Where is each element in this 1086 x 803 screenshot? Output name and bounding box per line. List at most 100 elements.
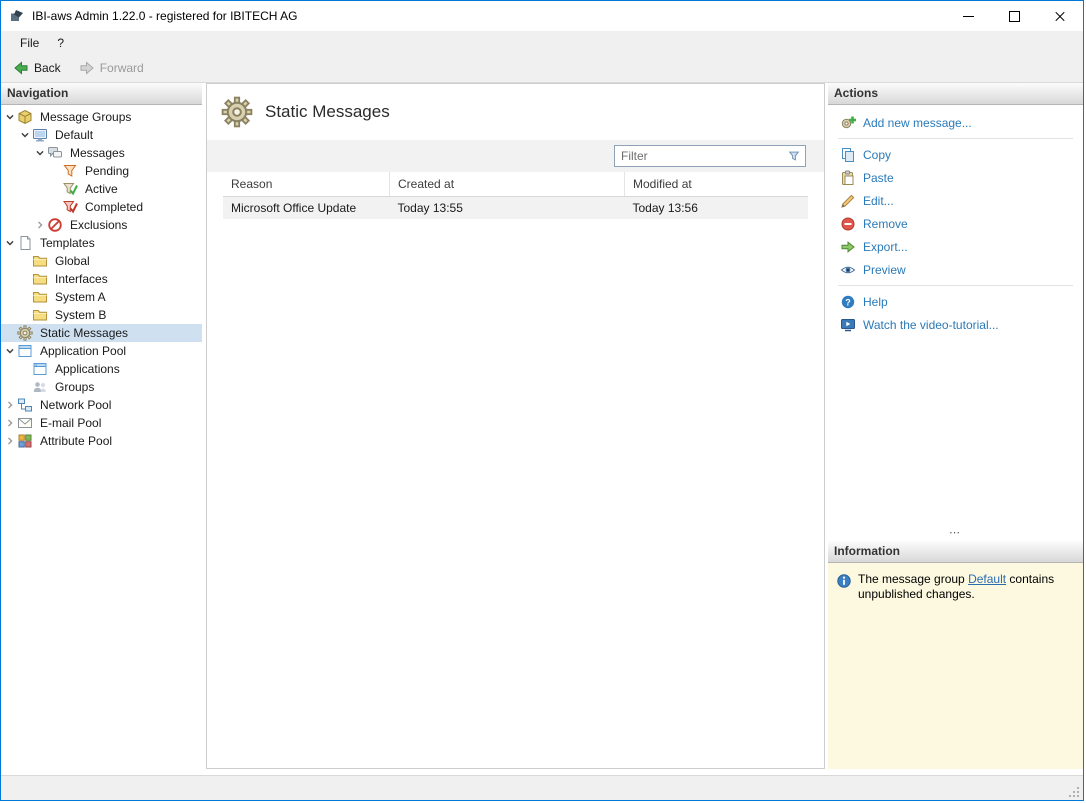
tree-item-interfaces[interactable]: Interfaces <box>1 270 202 288</box>
chevron-collapsed-icon[interactable] <box>3 434 17 448</box>
close-button[interactable] <box>1037 1 1083 31</box>
tree-item-system-a[interactable]: System A <box>1 288 202 306</box>
tree-item-pending[interactable]: Pending <box>1 162 202 180</box>
action-label: Edit... <box>863 194 894 208</box>
tree-item-e-mail-pool[interactable]: E-mail Pool <box>1 414 202 432</box>
back-arrow-icon <box>13 60 29 76</box>
chevron-spacer <box>48 200 62 214</box>
tree-item-label: System B <box>52 308 109 322</box>
info-text-before: The message group <box>858 572 968 586</box>
tree-item-attribute-pool[interactable]: Attribute Pool <box>1 432 202 450</box>
action-add-new-message[interactable]: Add new message... <box>828 111 1083 134</box>
toolbar: Back Forward <box>1 54 1083 83</box>
tree-item-label: Exclusions <box>67 218 130 232</box>
tree-item-message-groups[interactable]: Message Groups <box>1 108 202 126</box>
back-button[interactable]: Back <box>5 58 69 78</box>
chevron-collapsed-icon[interactable] <box>3 416 17 430</box>
page-title: Static Messages <box>265 102 390 122</box>
tree-item-label: Messages <box>67 146 128 160</box>
chevron-spacer <box>18 380 32 394</box>
chevron-collapsed-icon[interactable] <box>33 218 47 232</box>
chevron-collapsed-icon[interactable] <box>3 398 17 412</box>
funnel-pending-icon <box>62 163 78 179</box>
attribute-icon <box>17 433 33 449</box>
action-label: Remove <box>863 217 908 231</box>
default-group-link[interactable]: Default <box>968 572 1006 586</box>
applications-icon <box>32 361 48 377</box>
information-box: The message group Default contains unpub… <box>828 563 1083 769</box>
table-row[interactable]: Microsoft Office UpdateToday 13:55Today … <box>223 197 808 220</box>
maximize-icon <box>1009 11 1020 22</box>
tree-item-network-pool[interactable]: Network Pool <box>1 396 202 414</box>
chevron-spacer <box>18 254 32 268</box>
action-label: Help <box>863 295 888 309</box>
message-group-icon <box>17 109 33 125</box>
action-remove[interactable]: Remove <box>828 212 1083 235</box>
chevron-spacer <box>3 326 17 340</box>
menubar: File ? <box>1 31 1083 54</box>
navigation-panel: Navigation Message GroupsDefaultMessages… <box>1 83 202 769</box>
column-header-reason[interactable]: Reason <box>223 172 390 197</box>
chevron-spacer <box>18 308 32 322</box>
actions-header: Actions <box>828 83 1083 105</box>
action-preview[interactable]: Preview <box>828 258 1083 281</box>
table-header-row: ReasonCreated atModified at <box>223 172 808 197</box>
funnel-completed-icon <box>62 199 78 215</box>
tree-item-label: System A <box>52 290 109 304</box>
export-icon <box>840 239 856 255</box>
tree-item-label: Static Messages <box>37 326 131 340</box>
tree-item-global[interactable]: Global <box>1 252 202 270</box>
back-label: Back <box>34 61 61 75</box>
tree-item-applications[interactable]: Applications <box>1 360 202 378</box>
chevron-expanded-icon[interactable] <box>3 110 17 124</box>
action-copy[interactable]: Copy <box>828 143 1083 166</box>
column-header-created-at[interactable]: Created at <box>390 172 625 197</box>
tree-item-completed[interactable]: Completed <box>1 198 202 216</box>
resize-grip[interactable] <box>1068 786 1080 798</box>
filter-funnel-icon[interactable] <box>787 149 801 163</box>
column-header-modified-at[interactable]: Modified at <box>625 172 809 197</box>
table-cell: Today 13:56 <box>625 197 809 220</box>
action-paste[interactable]: Paste <box>828 166 1083 189</box>
funnel-active-icon <box>62 181 78 197</box>
forward-label: Forward <box>100 61 144 75</box>
tree-item-label: Message Groups <box>37 110 134 124</box>
action-watch-the-video-tutorial[interactable]: Watch the video-tutorial... <box>828 313 1083 336</box>
tree-item-active[interactable]: Active <box>1 180 202 198</box>
menu-file[interactable]: File <box>11 36 48 50</box>
actions-separator <box>838 285 1073 286</box>
tree-item-groups[interactable]: Groups <box>1 378 202 396</box>
filter-input[interactable] <box>615 146 787 166</box>
chevron-spacer <box>48 182 62 196</box>
chevron-expanded-icon[interactable] <box>33 146 47 160</box>
tree-item-messages[interactable]: Messages <box>1 144 202 162</box>
navigation-tree: Message Groups Default Messages Pending Acti… <box>1 105 202 769</box>
tree-item-exclusions[interactable]: Exclusions <box>1 216 202 234</box>
action-edit[interactable]: Edit... <box>828 189 1083 212</box>
minimize-icon <box>963 16 974 17</box>
paste-icon <box>840 170 856 186</box>
chevron-expanded-icon[interactable] <box>3 344 17 358</box>
action-export[interactable]: Export... <box>828 235 1083 258</box>
tree-item-label: Global <box>52 254 93 268</box>
tree-item-static-messages[interactable]: Static Messages <box>1 324 202 342</box>
tree-item-templates[interactable]: Templates <box>1 234 202 252</box>
maximize-button[interactable] <box>991 1 1037 31</box>
chevron-expanded-icon[interactable] <box>3 236 17 250</box>
window-controls <box>945 1 1083 31</box>
window-title: IBI-aws Admin 1.22.0 - registered for IB… <box>32 9 297 23</box>
groups-icon <box>32 379 48 395</box>
tree-item-default[interactable]: Default <box>1 126 202 144</box>
tree-item-system-b[interactable]: System B <box>1 306 202 324</box>
forward-button[interactable]: Forward <box>71 58 152 78</box>
action-label: Watch the video-tutorial... <box>863 318 999 332</box>
tree-item-label: Attribute Pool <box>37 434 115 448</box>
tree-item-application-pool[interactable]: Application Pool <box>1 342 202 360</box>
edit-icon <box>840 193 856 209</box>
panel-splitter[interactable]: ⋯ <box>828 529 1083 541</box>
menu-help[interactable]: ? <box>48 36 73 50</box>
minimize-button[interactable] <box>945 1 991 31</box>
chevron-expanded-icon[interactable] <box>18 128 32 142</box>
tree-item-label: Pending <box>82 164 132 178</box>
action-help[interactable]: ?Help <box>828 290 1083 313</box>
